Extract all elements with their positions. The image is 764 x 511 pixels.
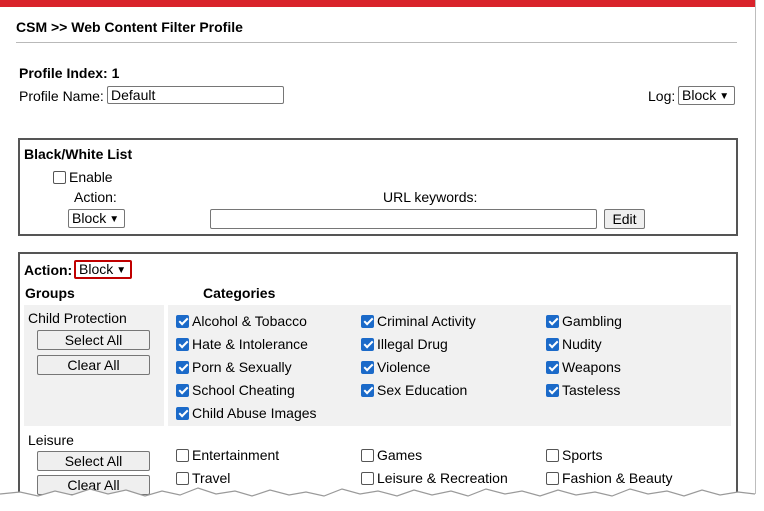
category-item[interactable]: Sex Education [361, 382, 467, 398]
chevron-down-icon: ▼ [116, 265, 127, 276]
profile-index-label: Profile Index: 1 [19, 65, 120, 81]
log-label: Log: [648, 88, 676, 104]
category-label: Alcohol & Tobacco [192, 313, 307, 329]
category-item[interactable]: Child Abuse Images [176, 405, 317, 421]
category-item[interactable]: Weapons [546, 359, 621, 375]
category-checkbox[interactable] [176, 406, 189, 420]
log-select[interactable]: Block ▼ [678, 86, 735, 105]
category-label: Illegal Drug [377, 336, 448, 352]
categories-action-select[interactable]: Block ▼ [74, 260, 132, 279]
category-label: Sports [562, 447, 603, 463]
group-name: Child Protection [28, 310, 127, 326]
category-item[interactable]: Entertainment [176, 447, 279, 463]
category-checkbox[interactable] [546, 360, 559, 374]
category-item[interactable]: Porn & Sexually [176, 359, 292, 375]
categories-panel: Action: Block ▼ Groups Categories Child … [18, 252, 738, 505]
profile-name-input[interactable] [107, 86, 284, 104]
child-protection-clear-all-button[interactable]: Clear All [37, 355, 150, 375]
category-label: Gambling [562, 313, 622, 329]
bw-action-select[interactable]: Block ▼ [68, 209, 125, 228]
category-label: Criminal Activity [377, 313, 476, 329]
categories-header: Categories [203, 285, 276, 301]
black-white-list-title: Black/White List [24, 146, 133, 162]
categories-action-label: Action: [24, 262, 73, 278]
category-label: School Cheating [192, 382, 295, 398]
category-checkbox[interactable] [546, 383, 559, 397]
category-item[interactable]: Sports [546, 447, 602, 463]
category-checkbox[interactable] [176, 448, 189, 462]
title-divider [16, 42, 737, 43]
chevron-down-icon: ▼ [109, 214, 120, 225]
child-protection-select-all-button[interactable]: Select All [37, 330, 150, 350]
category-label: Sex Education [377, 382, 468, 398]
category-item[interactable]: Illegal Drug [361, 336, 448, 352]
enable-label: Enable [69, 169, 113, 185]
category-label: Violence [377, 359, 431, 375]
window: CSM >> Web Content Filter Profile Profil… [0, 0, 756, 505]
black-white-list-panel: Black/White List Enable Action: Block ▼ … [18, 138, 738, 236]
url-keywords-label: URL keywords: [383, 189, 478, 205]
category-checkbox[interactable] [361, 360, 374, 374]
leisure-select-all-button[interactable]: Select All [37, 451, 150, 471]
category-label: Child Abuse Images [192, 405, 317, 421]
category-label: Entertainment [192, 447, 280, 463]
category-checkbox[interactable] [361, 383, 374, 397]
child-protection-categories-panel: Alcohol & Tobacco Criminal Activity Gamb… [168, 305, 731, 426]
log-select-value: Block [682, 87, 717, 103]
category-item[interactable]: Tasteless [546, 382, 620, 398]
categories-action-select-value: Block [79, 261, 114, 277]
category-item[interactable]: Hate & Intolerance [176, 336, 308, 352]
url-keywords-input[interactable] [210, 209, 597, 229]
enable-row: Enable [53, 169, 113, 185]
category-item[interactable]: Games [361, 447, 422, 463]
category-label: Tasteless [562, 382, 621, 398]
top-accent-bar [0, 0, 755, 7]
category-label: Nudity [562, 336, 602, 352]
edit-button[interactable]: Edit [604, 209, 645, 229]
group-child-protection-panel: Child Protection Select All Clear All [24, 305, 164, 426]
category-checkbox[interactable] [546, 314, 559, 328]
category-item[interactable]: Violence [361, 359, 430, 375]
category-label: Hate & Intolerance [192, 336, 308, 352]
category-item[interactable]: Gambling [546, 313, 622, 329]
groups-header: Groups [25, 285, 75, 301]
category-label: Porn & Sexually [192, 359, 292, 375]
category-checkbox[interactable] [361, 314, 374, 328]
category-checkbox[interactable] [176, 383, 189, 397]
category-item[interactable]: Criminal Activity [361, 313, 476, 329]
category-checkbox[interactable] [546, 448, 559, 462]
category-item[interactable]: School Cheating [176, 382, 295, 398]
category-checkbox[interactable] [361, 337, 374, 351]
category-checkbox[interactable] [176, 337, 189, 351]
chevron-down-icon: ▼ [719, 91, 730, 102]
group-name: Leisure [28, 432, 74, 448]
enable-checkbox[interactable] [53, 170, 66, 184]
category-checkbox[interactable] [361, 448, 374, 462]
bw-action-select-value: Block [72, 210, 107, 226]
category-checkbox[interactable] [176, 314, 189, 328]
page-title: CSM >> Web Content Filter Profile [16, 19, 243, 35]
category-item[interactable]: Alcohol & Tobacco [176, 313, 307, 329]
category-checkbox[interactable] [546, 337, 559, 351]
category-checkbox[interactable] [176, 360, 189, 374]
category-label: Weapons [562, 359, 621, 375]
torn-edge [0, 487, 764, 511]
profile-name-label: Profile Name: [19, 88, 104, 104]
bw-action-label: Action: [74, 189, 117, 205]
category-item[interactable]: Nudity [546, 336, 602, 352]
category-label: Games [377, 447, 423, 463]
